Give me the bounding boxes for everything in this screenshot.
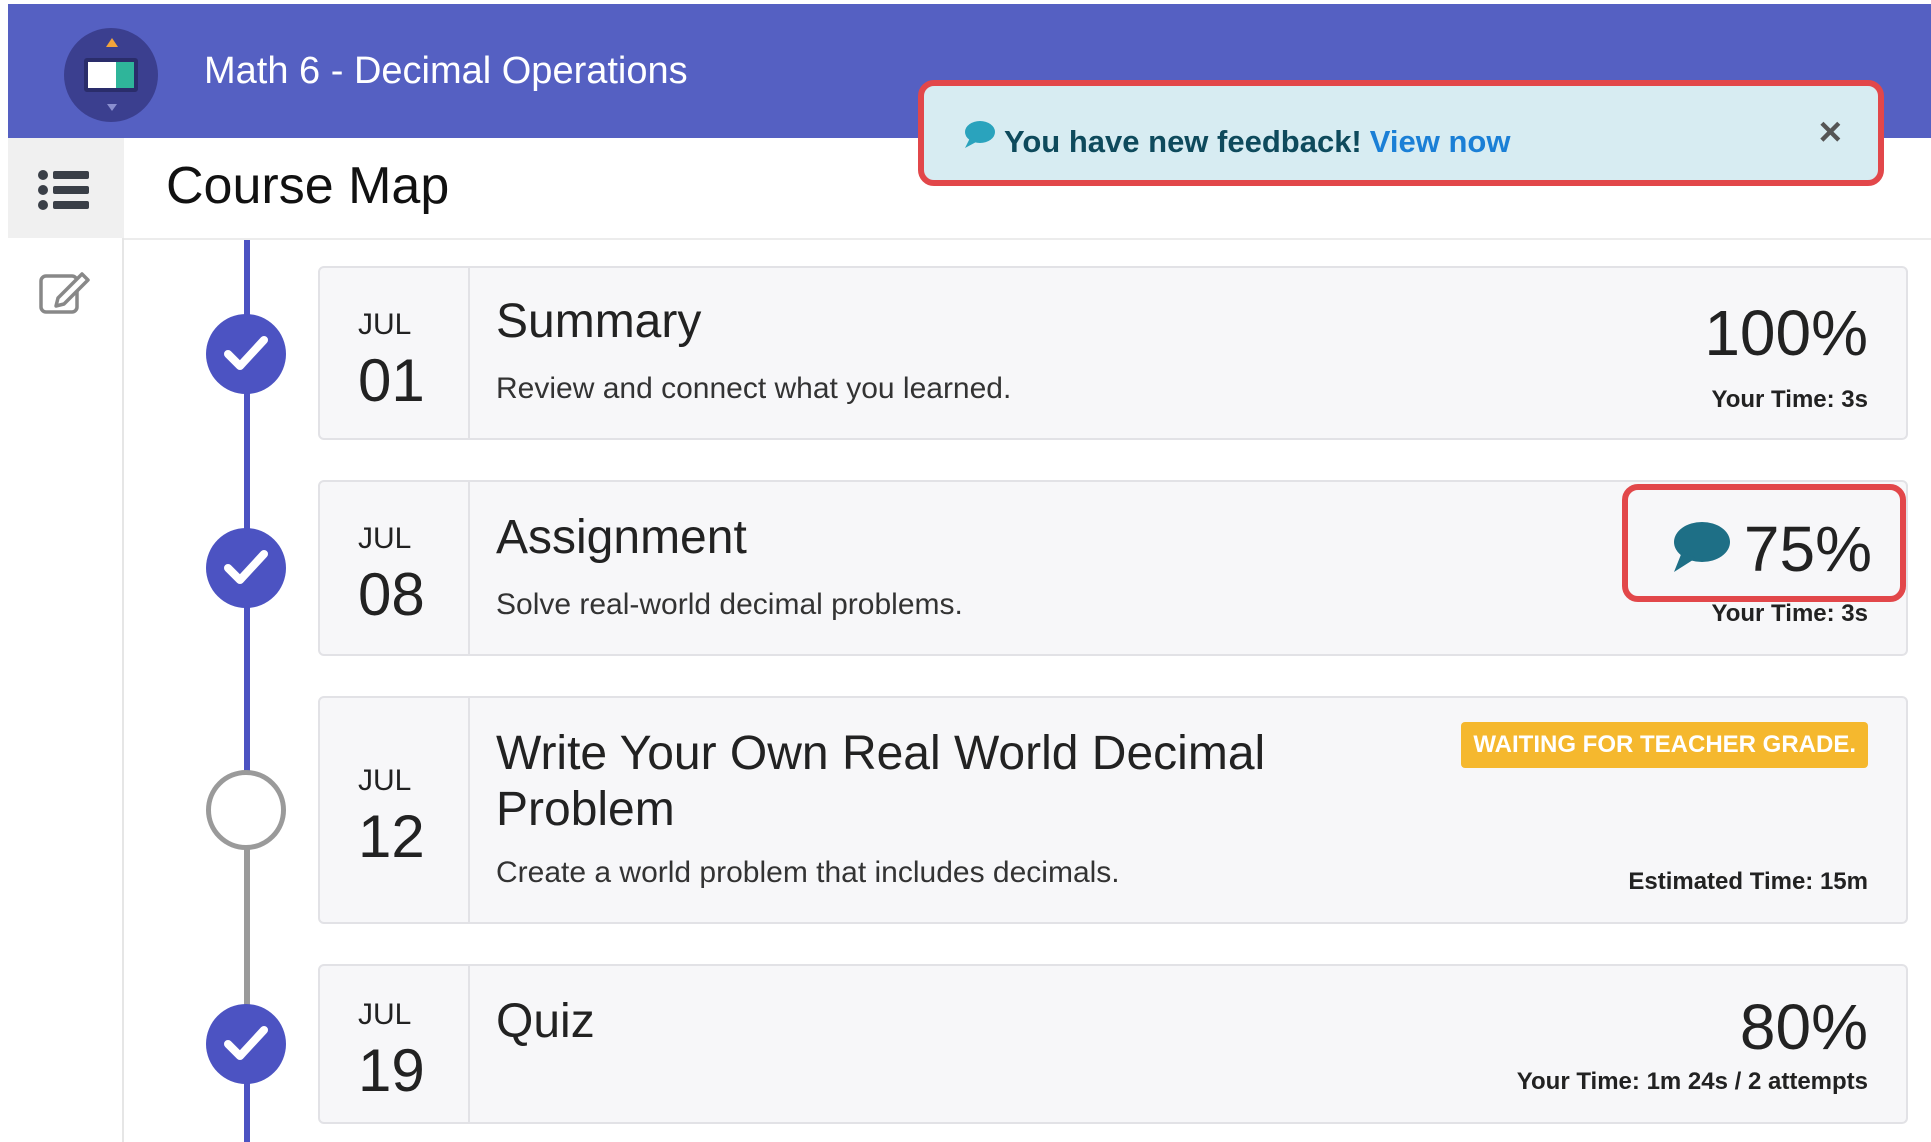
sidebar	[8, 138, 124, 1142]
pending-node-icon	[206, 770, 286, 850]
item-score: 80%	[1739, 991, 1868, 1063]
date-column: JUL 12	[320, 698, 470, 922]
list-icon	[38, 170, 89, 210]
date-day: 08	[358, 561, 425, 628]
date-column: JUL 01	[320, 268, 470, 438]
toast-message: You have new feedback! View now	[1004, 124, 1510, 160]
close-icon[interactable]: ×	[1819, 110, 1842, 155]
complete-node-icon	[206, 314, 286, 394]
date-month: JUL	[358, 764, 412, 797]
feedback-score-highlight[interactable]: 75%	[1622, 484, 1906, 602]
date-month: JUL	[358, 308, 412, 341]
item-time: Your Time: 3s	[1711, 386, 1869, 413]
date-month: JUL	[358, 522, 412, 555]
item-time: Your Time: 3s	[1711, 600, 1869, 627]
checkmark-icon	[224, 550, 268, 584]
item-title: Summary	[496, 295, 702, 348]
item-score: 100%	[1704, 297, 1868, 369]
course-item-quiz[interactable]: JUL 19 Quiz 80% Your Time: 1m 24s / 2 at…	[318, 964, 1908, 1124]
divider	[124, 238, 1931, 240]
item-description: Create a world problem that includes dec…	[496, 856, 1120, 889]
item-title: Write Your Own Real World Decimal	[496, 727, 1266, 780]
view-now-link[interactable]: View now	[1370, 124, 1511, 159]
item-title: Quiz	[496, 995, 595, 1048]
status-badge: WAITING FOR TEACHER GRADE.	[1461, 722, 1868, 768]
date-day: 01	[358, 347, 425, 414]
edit-icon[interactable]	[38, 266, 90, 318]
course-logo-icon[interactable]	[64, 28, 158, 122]
date-day: 19	[358, 1037, 425, 1104]
date-column: JUL 19	[320, 966, 470, 1122]
item-description: Solve real-world decimal problems.	[496, 588, 963, 621]
checkmark-icon	[224, 336, 268, 370]
item-title: Assignment	[496, 511, 747, 564]
speech-bubble-icon[interactable]	[1670, 520, 1730, 574]
checkmark-icon	[224, 1026, 268, 1060]
item-title-line2: Problem	[496, 783, 675, 836]
item-description: Review and connect what you learned.	[496, 372, 1012, 405]
item-time: Your Time: 1m 24s / 2 attempts	[1516, 1068, 1868, 1095]
page-title: Course Map	[166, 157, 450, 215]
date-month: JUL	[358, 998, 412, 1031]
date-day: 12	[358, 803, 425, 870]
item-score: 75%	[1743, 513, 1872, 585]
complete-node-icon	[206, 1004, 286, 1084]
date-column: JUL 08	[320, 482, 470, 654]
app-title: Math 6 - Decimal Operations	[204, 50, 688, 92]
feedback-toast: You have new feedback! View now ×	[918, 80, 1884, 186]
course-map-nav-button[interactable]	[8, 138, 124, 238]
complete-node-icon	[206, 528, 286, 608]
course-item-write-problem[interactable]: JUL 12 Write Your Own Real World Decimal…	[318, 696, 1908, 924]
item-time: Estimated Time: 15m	[1628, 868, 1868, 895]
toast-text: You have new feedback!	[1004, 124, 1362, 159]
course-item-summary[interactable]: JUL 01 Summary Review and connect what y…	[318, 266, 1908, 440]
speech-bubble-icon	[965, 121, 995, 148]
